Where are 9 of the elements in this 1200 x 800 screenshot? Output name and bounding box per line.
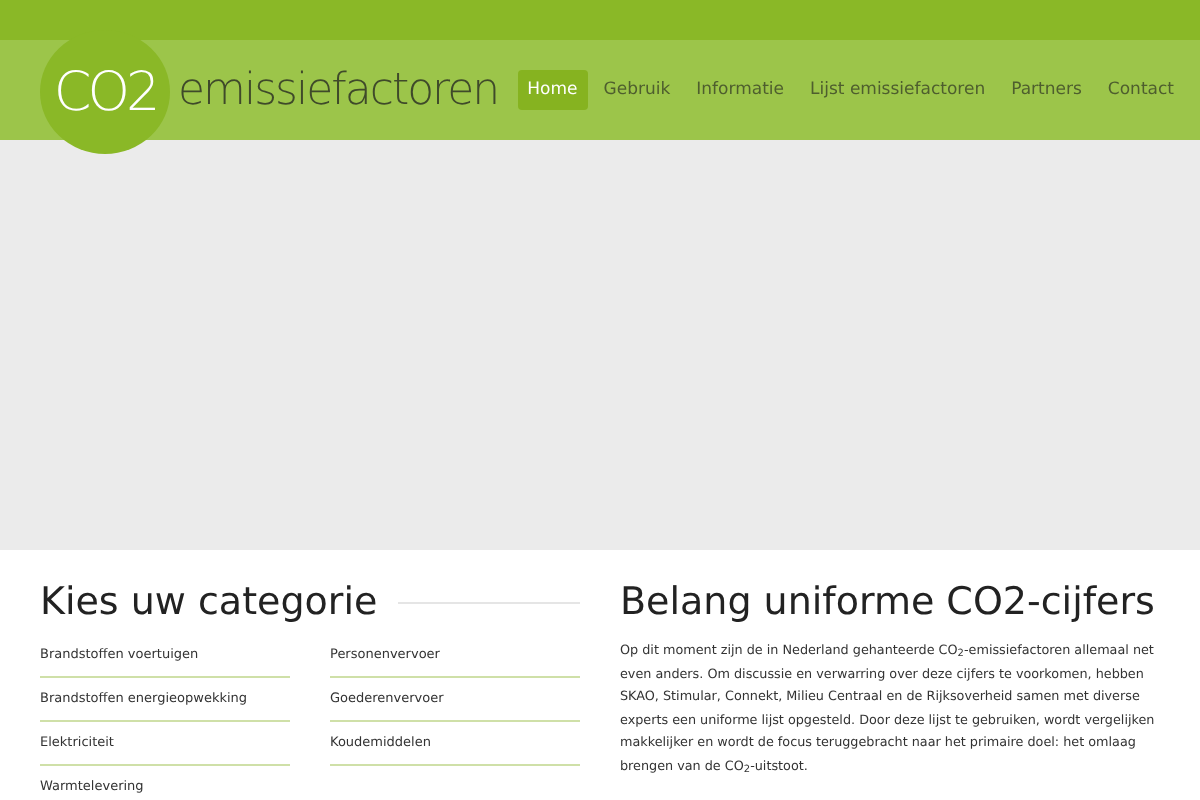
nav-link[interactable]: Lijst emissiefactoren [800,70,996,110]
section-title: Kies uw categorie [40,580,378,624]
article-title: Belang uniforme CO2-cijfers [620,580,1157,624]
nav-link[interactable]: Home [517,70,588,110]
logo-text[interactable]: emissiefactoren [178,65,499,115]
nav-link[interactable]: Contact [1097,70,1184,110]
nav-link[interactable]: Informatie [686,70,795,110]
nav-link[interactable]: Gebruik [593,70,681,110]
nav-link[interactable]: Partners [1001,70,1092,110]
